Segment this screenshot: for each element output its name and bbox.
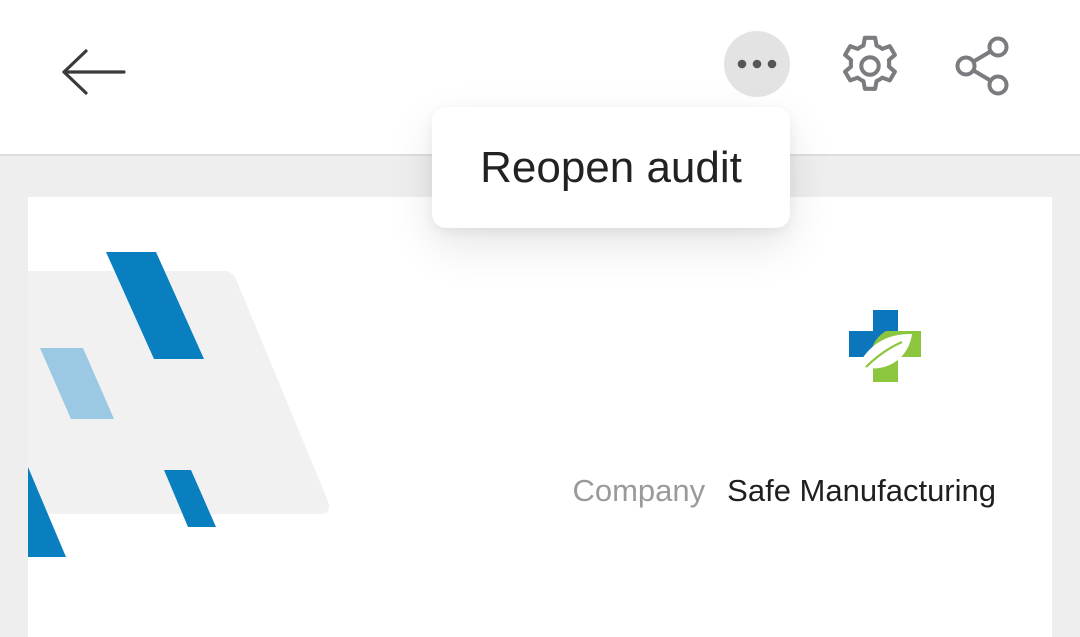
company-row: Company Safe Manufacturing xyxy=(572,473,996,509)
medical-cross-leaf-logo xyxy=(849,310,921,382)
company-label: Company xyxy=(572,473,706,508)
settings-button[interactable] xyxy=(834,30,906,102)
more-horizontal-icon xyxy=(737,59,777,69)
gear-icon xyxy=(843,35,897,91)
company-value: Safe Manufacturing xyxy=(727,473,996,508)
more-options-menu: Reopen audit xyxy=(432,107,790,228)
audit-report-card: Company Safe Manufacturing xyxy=(28,197,1052,637)
reopen-audit-menu-item[interactable]: Reopen audit xyxy=(432,107,790,228)
decorative-pattern xyxy=(28,252,329,557)
arrow-left-icon xyxy=(62,49,126,95)
share-button[interactable] xyxy=(946,30,1018,102)
more-options-button[interactable] xyxy=(724,31,790,97)
share-icon xyxy=(955,36,1009,96)
back-button[interactable] xyxy=(52,36,136,108)
